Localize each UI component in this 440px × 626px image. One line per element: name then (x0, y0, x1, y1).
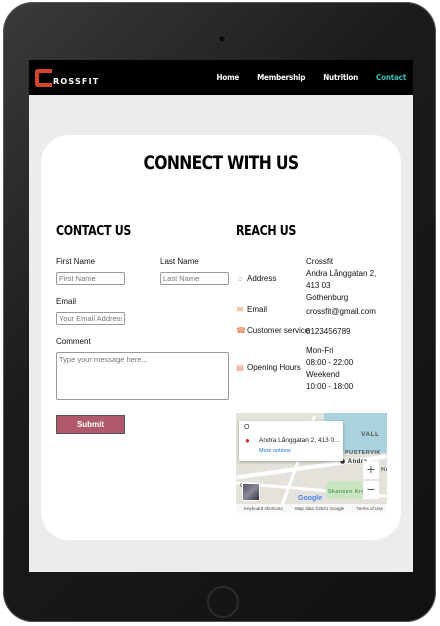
camera-icon (218, 35, 226, 43)
comment-textarea[interactable] (56, 352, 229, 400)
address-line: Andra Långgatan 2, (306, 269, 377, 278)
reach-heading: REACH US (236, 224, 297, 239)
address-label: Address (247, 274, 277, 283)
book-icon: ▤ (236, 363, 244, 372)
nav-link-home[interactable]: Home (217, 73, 240, 82)
map-label-pustervik: PUSTERVIK (345, 450, 381, 456)
navbar: ROSSFIT Home Membership Nutrition Contac… (29, 60, 413, 95)
address-row-label: ⌂ Address (236, 274, 277, 283)
hours-label: Opening Hours (247, 363, 301, 372)
hours-line: Weekend (306, 370, 340, 379)
contact-heading: CONTACT US (56, 224, 132, 239)
hours-row-label: ▤ Opening Hours (236, 363, 301, 372)
map-more-options-link[interactable]: More options (259, 448, 291, 454)
terms-link[interactable]: Terms of Use (356, 506, 383, 511)
home-button[interactable] (207, 586, 239, 618)
map-pin-icon: ● (245, 436, 250, 445)
first-name-input[interactable] (56, 272, 125, 285)
hours-line: 08:00 - 22:00 (306, 358, 354, 367)
zoom-in-button[interactable]: + (363, 461, 379, 479)
page-title: CONNECT WITH US (143, 152, 299, 174)
submit-button[interactable]: Submit (56, 415, 125, 434)
contact-card: CONNECT WITH US CONTACT US First Name La… (41, 135, 401, 540)
map-card-search: O (244, 424, 250, 431)
street-view-thumbnail[interactable] (242, 483, 260, 501)
keyboard-shortcuts-link[interactable]: Keyboard shortcuts (244, 506, 283, 511)
first-name-label: First Name (56, 257, 96, 266)
map-footer: Keyboard shortcuts Map data ©2021 Google… (236, 504, 387, 513)
map-label-ha: HA (381, 467, 387, 473)
phone-label: Customer service (247, 326, 310, 335)
last-name-input[interactable] (160, 272, 229, 285)
nav-links: Home Membership Nutrition Contact (199, 60, 407, 95)
zoom-out-button[interactable]: − (363, 481, 379, 499)
email-row-label: ✉ Email (236, 305, 267, 314)
envelope-icon: ✉ (236, 305, 244, 314)
nav-link-membership[interactable]: Membership (257, 73, 305, 82)
home-icon: ⌂ (237, 274, 243, 283)
map-embed[interactable]: VALL PUSTERVIK ◉ Andra HA Skansen Kronan… (236, 413, 387, 513)
google-logo: Google (298, 495, 323, 502)
map-label-valla: VALL (361, 431, 380, 438)
nav-link-nutrition[interactable]: Nutrition (323, 73, 358, 82)
map-info-card: O ● Andra Långgatan 2, 413 0... More opt… (239, 421, 343, 461)
reach-email-label: Email (247, 305, 268, 314)
email-label: Email (56, 297, 77, 306)
nav-link-contact[interactable]: Contact (376, 73, 406, 82)
phone-value[interactable]: 0123456789 (306, 326, 351, 338)
map-address: Andra Långgatan 2, 413 0... (259, 437, 340, 444)
last-name-label: Last Name (160, 257, 199, 266)
comment-label: Comment (56, 337, 91, 346)
logo-c-mark (35, 69, 52, 87)
hours-value: Mon-Fri 08:00 - 22:00 Weekend 10:00 - 18… (306, 345, 353, 393)
hours-line: 10:00 - 18:00 (306, 382, 354, 391)
address-line: Crossfit (306, 257, 334, 266)
address-value: Crossfit Andra Långgatan 2, 413 03 Gothe… (306, 256, 376, 304)
address-line: Gothenburg (306, 293, 349, 302)
phone-row-label: ☎ Customer service (236, 326, 309, 335)
map-data-text: Map data ©2021 Google (295, 506, 345, 511)
hours-line: Mon-Fri (306, 346, 334, 355)
logo[interactable]: ROSSFIT (35, 69, 99, 87)
phone-icon: ☎ (236, 326, 246, 335)
logo-text: ROSSFIT (53, 77, 100, 86)
email-input[interactable] (56, 312, 125, 325)
screen: ROSSFIT Home Membership Nutrition Contac… (29, 60, 413, 572)
reach-email-value[interactable]: crossfit@gmail.com (306, 306, 376, 318)
address-line: 413 03 (306, 281, 331, 290)
